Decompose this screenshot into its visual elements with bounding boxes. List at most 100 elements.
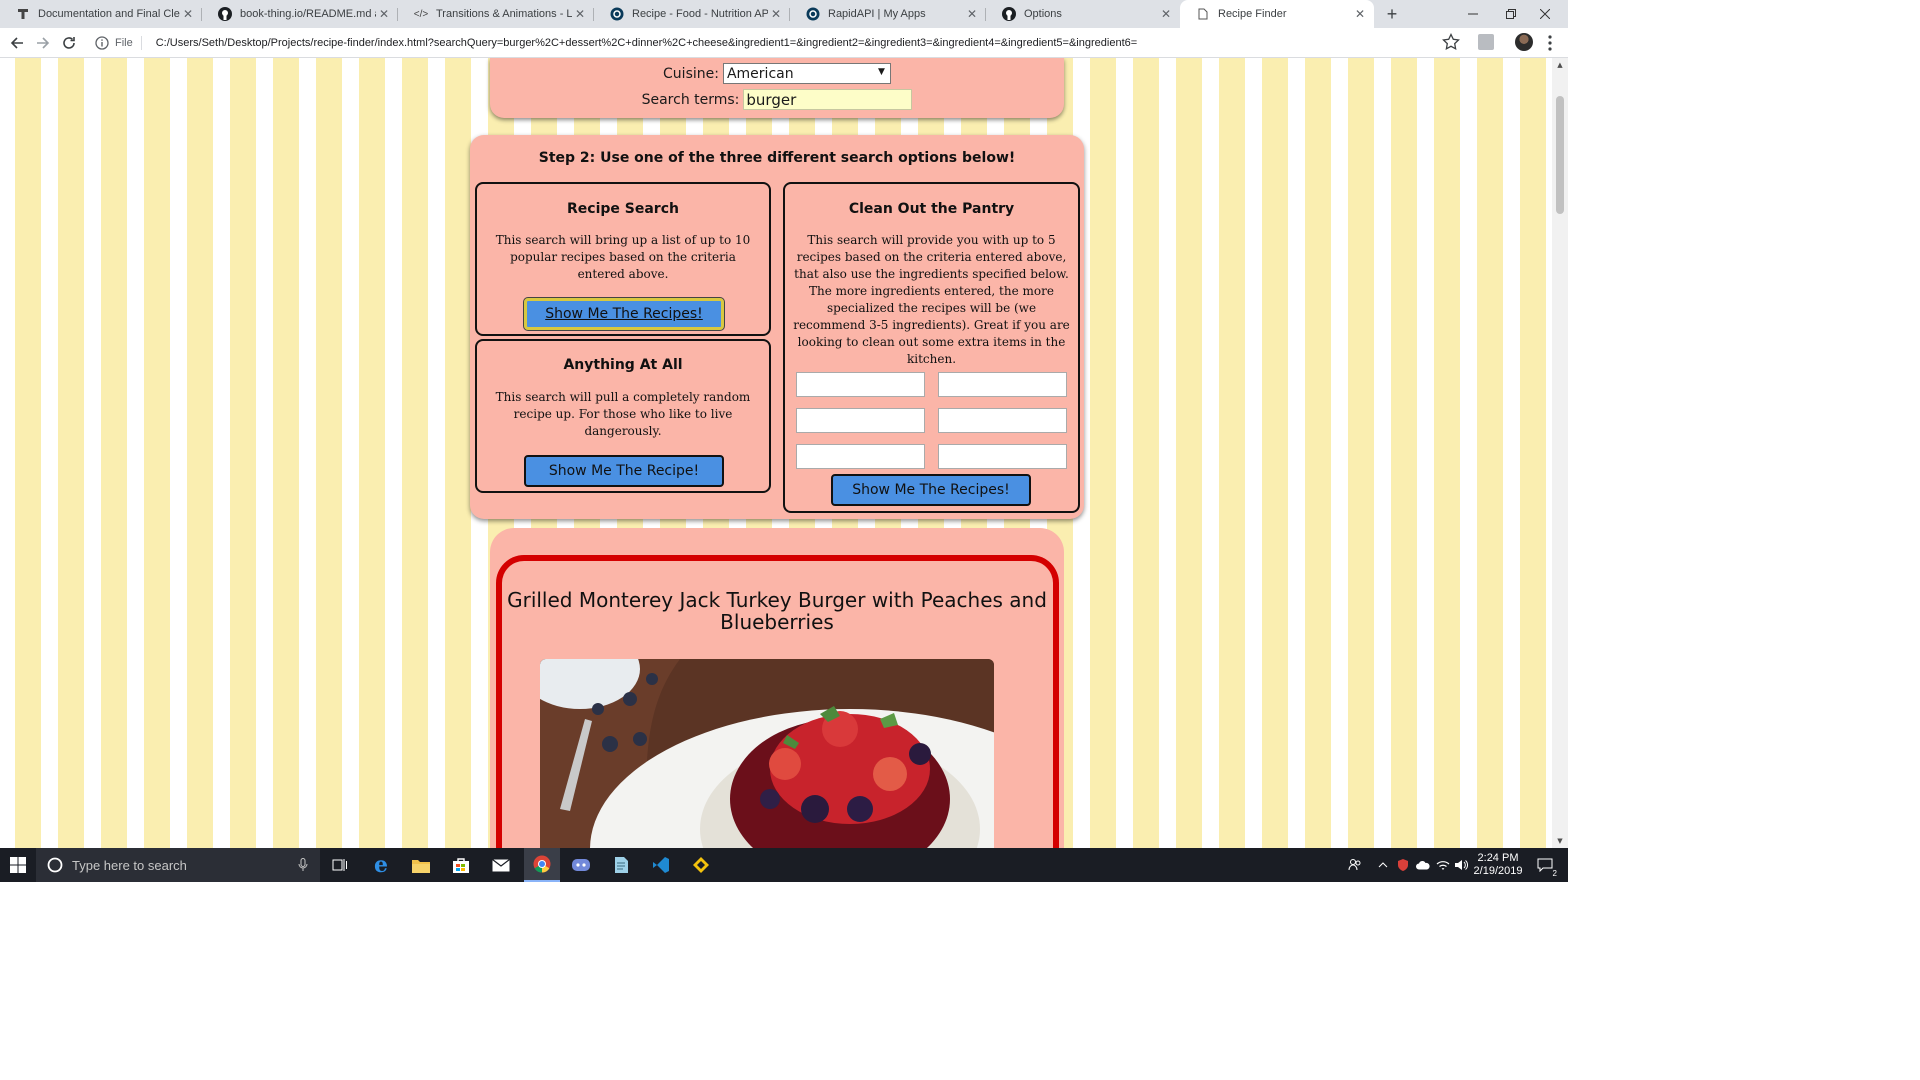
recipe-search-card: Recipe Search This search will bring up … bbox=[475, 182, 771, 336]
step2-heading: Step 2: Use one of the three different s… bbox=[538, 150, 1016, 166]
url-text[interactable]: C:/Users/Seth/Desktop/Projects/recipe-fi… bbox=[156, 37, 1137, 49]
onedrive-cloud-icon[interactable] bbox=[1414, 848, 1432, 882]
typora-app[interactable] bbox=[604, 848, 638, 882]
show-hidden-icons-chevron-icon[interactable] bbox=[1374, 848, 1392, 882]
vertical-scrollbar[interactable]: ▲ ▼ bbox=[1552, 58, 1568, 848]
cuisine-row: Cuisine: American ▼ bbox=[490, 63, 1064, 84]
ingredient-input-3[interactable] bbox=[796, 408, 925, 433]
ingredient-input-4[interactable] bbox=[938, 408, 1067, 433]
scroll-up-arrow-icon[interactable]: ▲ bbox=[1552, 58, 1568, 72]
system-clock[interactable]: 2:24 PM 2/19/2019 bbox=[1474, 848, 1523, 882]
taskbar-search-placeholder: Type here to search bbox=[72, 857, 187, 873]
browser-tab[interactable]: Options ✕ bbox=[986, 0, 1180, 28]
url-scheme-label: File bbox=[115, 36, 142, 50]
vscode-app[interactable] bbox=[644, 848, 678, 882]
chrome-app-active[interactable] bbox=[524, 848, 560, 882]
recipe-photo bbox=[540, 659, 994, 848]
browser-tab[interactable]: Recipe - Food - Nutrition API Do ✕ bbox=[594, 0, 790, 28]
browser-tab[interactable]: book-thing.io/README.md at m ✕ bbox=[202, 0, 398, 28]
discord-app[interactable] bbox=[564, 848, 598, 882]
scrollbar-thumb[interactable] bbox=[1556, 96, 1564, 214]
tab-title: book-thing.io/README.md at m bbox=[240, 8, 376, 20]
ingredient-input-5[interactable] bbox=[796, 444, 925, 469]
search-terms-input[interactable]: burger bbox=[743, 89, 913, 110]
recipe-image[interactable] bbox=[540, 659, 994, 848]
recipe-search-description: This search will bring up a list of up t… bbox=[495, 233, 751, 281]
browser-tab-active[interactable]: Recipe Finder ✕ bbox=[1180, 0, 1374, 28]
volume-icon[interactable] bbox=[1452, 848, 1470, 882]
reload-button[interactable] bbox=[58, 32, 80, 54]
edge-icon: e bbox=[374, 852, 388, 878]
recipe-search-button[interactable]: Show Me The Recipes! bbox=[523, 297, 725, 331]
random-recipe-button[interactable]: Show Me The Recipe! bbox=[524, 455, 724, 487]
code-icon: </> bbox=[413, 8, 429, 20]
ingredient-input-6[interactable] bbox=[938, 444, 1067, 469]
start-button[interactable] bbox=[0, 848, 36, 882]
clean-out-pantry-description: This search will provide you with up to … bbox=[793, 233, 1070, 366]
browser-tab[interactable]: RapidAPI | My Apps ✕ bbox=[790, 0, 986, 28]
taskbar-search-box[interactable]: Type here to search bbox=[36, 848, 320, 882]
security-shield-icon[interactable] bbox=[1394, 848, 1412, 882]
bookmark-star-icon[interactable] bbox=[1442, 33, 1460, 51]
clean-out-pantry-title: Clean Out the Pantry bbox=[848, 201, 1015, 217]
menu-dots-icon[interactable] bbox=[1544, 34, 1556, 52]
close-tab-icon[interactable]: ✕ bbox=[1158, 7, 1174, 21]
action-center-button[interactable]: 2 bbox=[1530, 848, 1560, 882]
close-window-button[interactable] bbox=[1522, 0, 1568, 28]
back-button[interactable] bbox=[6, 32, 28, 54]
rapidapi-icon bbox=[806, 7, 820, 21]
new-tab-button[interactable]: + bbox=[1382, 4, 1402, 24]
vscode-icon bbox=[653, 857, 669, 873]
browser-tab[interactable]: Documentation and Final Cleanu ✕ bbox=[0, 0, 202, 28]
edge-app[interactable]: e bbox=[364, 848, 398, 882]
clock-time: 2:24 PM bbox=[1477, 852, 1519, 864]
notification-icon bbox=[1537, 858, 1553, 872]
search-terms-label: Search terms: bbox=[641, 91, 740, 108]
close-tab-icon[interactable]: ✕ bbox=[768, 7, 784, 21]
back-arrow-icon bbox=[10, 37, 23, 49]
close-tab-icon[interactable]: ✕ bbox=[1352, 7, 1368, 21]
close-tab-icon[interactable]: ✕ bbox=[180, 7, 196, 21]
ingredient-input-1[interactable] bbox=[796, 372, 925, 397]
close-tab-icon[interactable]: ✕ bbox=[572, 7, 588, 21]
cuisine-select[interactable]: American ▼ bbox=[722, 63, 891, 84]
search-terms-row: Search terms: burger bbox=[490, 89, 1064, 110]
recipe-result-panel: Grilled Monterey Jack Turkey Burger with… bbox=[490, 528, 1064, 848]
tab-title: Recipe - Food - Nutrition API Do bbox=[632, 8, 768, 20]
microphone-icon[interactable] bbox=[298, 858, 308, 872]
store-bag-icon bbox=[453, 858, 469, 873]
browser-tab[interactable]: </> Transitions & Animations - Learn ✕ bbox=[398, 0, 594, 28]
gitkraken-app[interactable] bbox=[684, 848, 718, 882]
clean-out-pantry-card: Clean Out the Pantry This search will pr… bbox=[783, 182, 1080, 513]
notification-count-badge: 2 bbox=[1552, 869, 1557, 878]
anything-at-all-title: Anything At All bbox=[563, 357, 683, 373]
task-view-button[interactable] bbox=[324, 848, 356, 882]
mail-app[interactable] bbox=[484, 848, 518, 882]
scroll-down-arrow-icon[interactable]: ▼ bbox=[1552, 834, 1568, 848]
address-bar[interactable]: File C:/Users/Seth/Desktop/Projects/reci… bbox=[90, 31, 1464, 55]
chrome-icon bbox=[533, 855, 551, 873]
profile-avatar[interactable] bbox=[1515, 33, 1533, 51]
typora-icon bbox=[16, 7, 30, 21]
recipe-title[interactable]: Grilled Monterey Jack Turkey Burger with… bbox=[490, 589, 1064, 633]
people-icon[interactable] bbox=[1344, 848, 1366, 882]
cuisine-label: Cuisine: bbox=[663, 65, 719, 82]
pantry-search-button[interactable]: Show Me The Recipes! bbox=[831, 474, 1031, 506]
step1-panel: Cuisine: American ▼ Search terms: burger bbox=[490, 58, 1064, 118]
info-icon[interactable] bbox=[95, 36, 109, 50]
close-tab-icon[interactable]: ✕ bbox=[964, 7, 980, 21]
store-app[interactable] bbox=[444, 848, 478, 882]
tab-title: Documentation and Final Cleanu bbox=[38, 8, 180, 20]
recipe-search-title: Recipe Search bbox=[567, 201, 679, 217]
rapidapi-icon bbox=[610, 7, 624, 21]
close-tab-icon[interactable]: ✕ bbox=[376, 7, 392, 21]
anything-at-all-card: Anything At All This search will pull a … bbox=[475, 339, 771, 493]
windows-logo-icon bbox=[10, 857, 26, 873]
extension-icon[interactable] bbox=[1478, 34, 1494, 50]
github-icon bbox=[1002, 7, 1016, 21]
cortana-circle-icon bbox=[47, 857, 63, 873]
forward-button[interactable] bbox=[32, 32, 54, 54]
file-explorer-app[interactable] bbox=[404, 848, 438, 882]
ingredient-input-2[interactable] bbox=[938, 372, 1067, 397]
wifi-icon[interactable] bbox=[1434, 848, 1452, 882]
